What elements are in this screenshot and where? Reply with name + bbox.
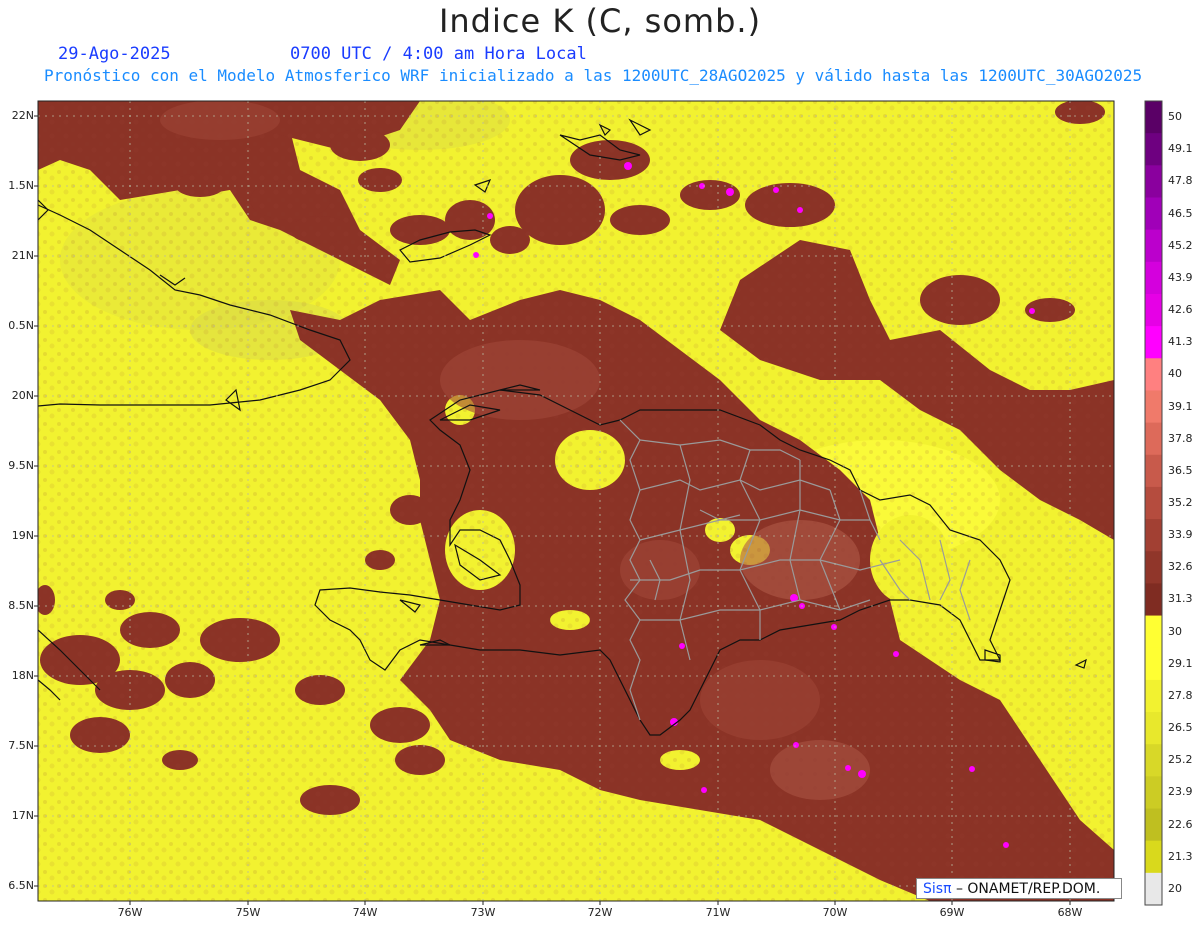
colorbar-label: 43.9 <box>1168 270 1193 284</box>
colorbar-swatch <box>1145 229 1162 263</box>
colorbar-swatch <box>1145 679 1162 713</box>
lon-label: 72W <box>587 906 613 919</box>
colorbar-swatch <box>1145 390 1162 424</box>
colorbar-label: 37.8 <box>1168 431 1193 445</box>
texture-shading <box>38 101 1114 901</box>
colorbar-swatch <box>1145 261 1162 295</box>
colorbar-label: 39.1 <box>1168 399 1193 413</box>
colorbar-label: 45.2 <box>1168 238 1193 252</box>
lon-label: 71W <box>705 906 731 919</box>
lat-label: 7.5N <box>8 739 34 752</box>
lon-label: 76W <box>117 906 143 919</box>
colorbar-swatch <box>1145 454 1162 488</box>
colorbar-label: 30 <box>1168 624 1182 638</box>
colorbar-label: 21.3 <box>1168 849 1193 863</box>
colorbar-swatch <box>1145 101 1162 134</box>
colorbar-swatch <box>1145 808 1162 842</box>
lat-label: 21N <box>11 249 34 262</box>
colorbar-swatch <box>1145 165 1162 198</box>
credit-text: – ONAMET/REP.DOM. <box>951 881 1101 897</box>
colorbar <box>1145 101 1162 906</box>
lon-label: 74W <box>352 906 378 919</box>
colorbar-swatch <box>1145 872 1162 906</box>
colorbar-label: 27.8 <box>1168 688 1193 702</box>
colorbar-swatch <box>1145 615 1162 649</box>
colorbar-swatch <box>1145 519 1162 552</box>
colorbar-label: 50 <box>1168 110 1182 124</box>
colorbar-swatch <box>1145 422 1162 456</box>
colorbar-swatch <box>1145 133 1162 166</box>
colorbar-swatch <box>1145 551 1162 584</box>
colorbar-swatch <box>1145 358 1162 391</box>
colorbar-label: 49.1 <box>1168 142 1193 156</box>
lat-label: 9.5N <box>8 459 34 472</box>
credit-brand: Sisπ <box>923 881 952 897</box>
colorbar-swatch <box>1145 486 1162 520</box>
lat-label: 17N <box>11 809 34 822</box>
colorbar-label: 41.3 <box>1168 335 1193 349</box>
colorbar-label: 42.6 <box>1168 303 1193 317</box>
colorbar-label: 35.2 <box>1168 496 1193 509</box>
colorbar-label: 26.5 <box>1168 721 1193 735</box>
lon-label: 75W <box>235 906 261 919</box>
colorbar-label: 32.6 <box>1168 560 1193 574</box>
colorbar-label: 31.3 <box>1168 592 1193 606</box>
colorbar-swatch <box>1145 326 1162 359</box>
colorbar-label: 22.6 <box>1168 817 1193 831</box>
colorbar-label: 40 <box>1168 367 1182 381</box>
lat-label: 6.5N <box>8 879 34 892</box>
lat-label: 20N <box>11 389 34 402</box>
colorbar-swatch <box>1145 840 1162 874</box>
colorbar-swatch <box>1145 776 1162 810</box>
plot-area <box>38 101 1114 901</box>
lat-label: 8.5N <box>8 599 34 612</box>
lat-label: 18N <box>11 669 34 682</box>
lat-label: 22N <box>11 109 34 122</box>
lon-label: 70W <box>822 906 848 919</box>
colorbar-label: 25.2 <box>1168 753 1193 767</box>
colorbar-label: 29.1 <box>1168 656 1193 670</box>
colorbar-swatch <box>1145 647 1162 681</box>
colorbar-label: 33.9 <box>1168 528 1193 542</box>
colorbar-label: 23.9 <box>1168 785 1193 799</box>
colorbar-swatch <box>1145 712 1162 745</box>
lat-label: 1.5N <box>8 179 34 192</box>
lat-label: 0.5N <box>8 319 34 332</box>
lon-label: 69W <box>939 906 965 919</box>
colorbar-swatch <box>1145 744 1162 777</box>
credit-box: Sisπ – ONAMET/REP.DOM. <box>916 878 1122 899</box>
colorbar-label: 20 <box>1168 881 1182 895</box>
colorbar-label: 46.5 <box>1168 206 1193 220</box>
lon-label: 73W <box>470 906 496 919</box>
lon-label: 68W <box>1057 906 1083 919</box>
colorbar-swatch <box>1145 197 1162 231</box>
colorbar-label: 47.8 <box>1168 174 1193 188</box>
k-index-map <box>34 100 1163 906</box>
colorbar-swatch <box>1145 583 1162 617</box>
colorbar-label: 36.5 <box>1168 463 1193 477</box>
colorbar-swatch <box>1145 293 1162 327</box>
lat-label: 19N <box>11 529 34 542</box>
